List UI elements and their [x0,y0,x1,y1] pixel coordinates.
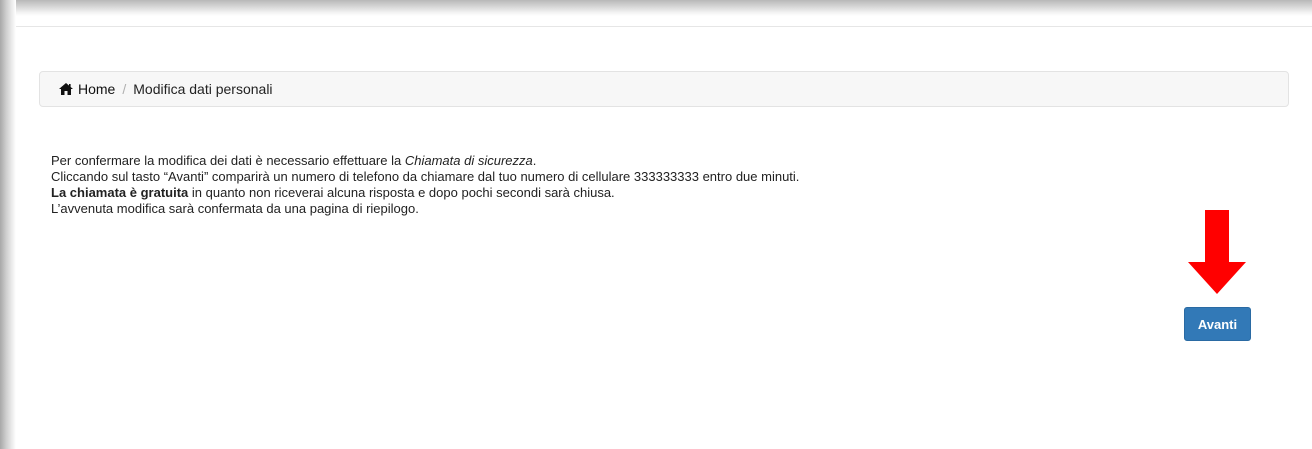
message-line-3-rest: in quanto non riceverai alcuna risposta … [188,185,615,200]
page-content: Home / Modifica dati personali Per confe… [16,16,1312,449]
header-divider [16,26,1312,27]
message-line-4: L’avvenuta modifica sarà confermata da u… [51,201,419,216]
message-line-2: Cliccando sul tasto “Avanti” comparirà u… [51,169,800,184]
screenshot-left-shadow [0,0,16,449]
message-line-1-text: Per confermare la modifica dei dati è ne… [51,153,405,168]
screenshot-top-shadow [0,0,1312,16]
message-line-3-bold: La chiamata è gratuita [51,185,189,200]
home-icon [59,83,73,95]
message-line-1-end: . [532,153,537,168]
next-button[interactable]: Avanti [1184,307,1251,341]
message-line-3: La chiamata è gratuita in quanto non ric… [51,185,799,201]
security-call-message: Per confermare la modifica dei dati è ne… [51,153,799,217]
breadcrumb-home-link[interactable]: Home [59,81,115,97]
breadcrumb-home-label: Home [78,81,116,97]
message-line-1-emphasis: Chiamata di sicurezza [404,153,533,168]
breadcrumb: Home / Modifica dati personali [39,71,1289,107]
arrow-down-icon [1188,210,1246,294]
message-line-1: Per confermare la modifica dei dati è ne… [51,153,799,169]
breadcrumb-separator: / [122,81,127,97]
breadcrumb-current: Modifica dati personali [133,81,273,97]
